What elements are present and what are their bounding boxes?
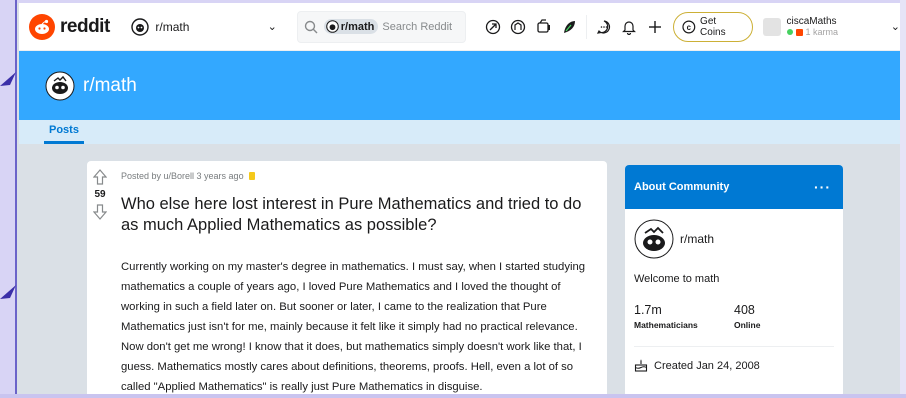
window-frame-left: [0, 0, 17, 398]
search-community-chip[interactable]: r/math: [323, 19, 379, 34]
svg-text:c: c: [687, 22, 692, 31]
online-label: Online: [734, 320, 761, 330]
members-count: 1.7m: [634, 303, 662, 317]
notification-icon[interactable]: [616, 14, 641, 40]
plus-icon[interactable]: [642, 14, 667, 40]
about-community-title: About Community: [634, 181, 730, 193]
vote-count: 59: [94, 189, 106, 200]
about-community-card: About Community ··· r/math Welcome to ma…: [625, 165, 843, 394]
logo-wordmark: reddit: [60, 15, 110, 37]
reddit-app: reddit r/math ⌄ r/math Search Reddit c G…: [19, 3, 900, 394]
upvote-icon[interactable]: [93, 169, 107, 185]
user-karma-row: 1 karma: [786, 27, 891, 37]
coin-icon: c: [682, 20, 696, 33]
header-actions: c Get Coins: [480, 11, 753, 42]
online-stat: 408 Online: [734, 303, 834, 330]
get-coins-button[interactable]: c Get Coins: [673, 11, 753, 42]
community-description: Welcome to math: [634, 273, 720, 285]
community-avatar-icon: [45, 71, 75, 100]
chevron-down-icon: ⌄: [267, 21, 277, 33]
user-info: ciscaMaths 1 karma: [786, 16, 891, 37]
about-community-name[interactable]: r/math: [680, 232, 714, 246]
user-karma: 1 karma: [805, 27, 839, 37]
downvote-icon[interactable]: [93, 204, 107, 220]
created-date: Created Jan 24, 2008: [654, 359, 760, 372]
moderation-icon[interactable]: [556, 14, 581, 40]
about-community-identity: r/math: [634, 219, 834, 259]
karma-icon: [795, 28, 803, 36]
get-coins-label: Get Coins: [700, 15, 726, 38]
tab-posts[interactable]: Posts: [44, 124, 84, 144]
top-navbar: reddit r/math ⌄ r/math Search Reddit c G…: [19, 3, 900, 51]
community-avatar-icon: [634, 219, 674, 259]
reddit-snoo-icon: [29, 13, 55, 40]
online-count: 408: [734, 303, 755, 317]
members-stat: 1.7m Mathematicians: [634, 303, 734, 330]
post-card[interactable]: 59 Posted by u/Borell 3 years ago Who el…: [87, 161, 607, 394]
about-community-header: About Community ···: [625, 165, 843, 209]
community-dropdown[interactable]: r/math ⌄: [125, 11, 282, 43]
community-banner-title: r/math: [83, 74, 137, 96]
community-tabs: Posts: [19, 120, 900, 144]
community-dropdown-label: r/math: [155, 19, 190, 34]
cake-icon: [634, 359, 648, 372]
user-name: ciscaMaths: [786, 16, 837, 27]
window-frame-right: [900, 0, 906, 398]
user-avatar: [762, 17, 781, 36]
about-community-body: r/math Welcome to math 1.7m Mathematicia…: [625, 209, 843, 380]
award-icon: [248, 172, 255, 180]
created-date-row: Created Jan 24, 2008: [634, 359, 834, 372]
post-meta: Posted by u/Borell 3 years ago: [121, 171, 255, 181]
community-avatar-icon: [325, 20, 339, 33]
post-author-line[interactable]: Posted by u/Borell 3 years ago: [121, 171, 244, 181]
post-title[interactable]: Who else here lost interest in Pure Math…: [121, 194, 591, 236]
window-frame-bottom: [0, 394, 906, 398]
search-bar[interactable]: r/math Search Reddit: [296, 10, 466, 43]
search-input[interactable]: Search Reddit: [382, 21, 452, 33]
chevron-down-icon: ⌄: [890, 21, 900, 33]
coins-icon[interactable]: [505, 14, 530, 40]
search-chip-label: r/math: [340, 20, 375, 33]
video-icon[interactable]: [531, 14, 556, 40]
reddit-logo[interactable]: reddit: [29, 13, 117, 40]
about-divider: [634, 346, 834, 347]
online-status-icon: [786, 29, 793, 35]
community-avatar-icon: [131, 17, 150, 36]
more-options-icon[interactable]: ···: [814, 179, 831, 195]
chat-icon[interactable]: [591, 14, 616, 40]
post-body: Currently working on my master's degree …: [121, 261, 586, 393]
vote-column: 59: [87, 161, 113, 220]
community-stats: 1.7m Mathematicians 408 Online: [634, 303, 834, 330]
header-divider: [585, 14, 587, 39]
members-label: Mathematicians: [634, 320, 698, 330]
community-banner: r/math: [19, 51, 900, 120]
popular-icon[interactable]: [480, 14, 505, 40]
search-icon: [304, 20, 318, 33]
user-menu[interactable]: ciscaMaths 1 karma ⌄: [762, 16, 900, 37]
